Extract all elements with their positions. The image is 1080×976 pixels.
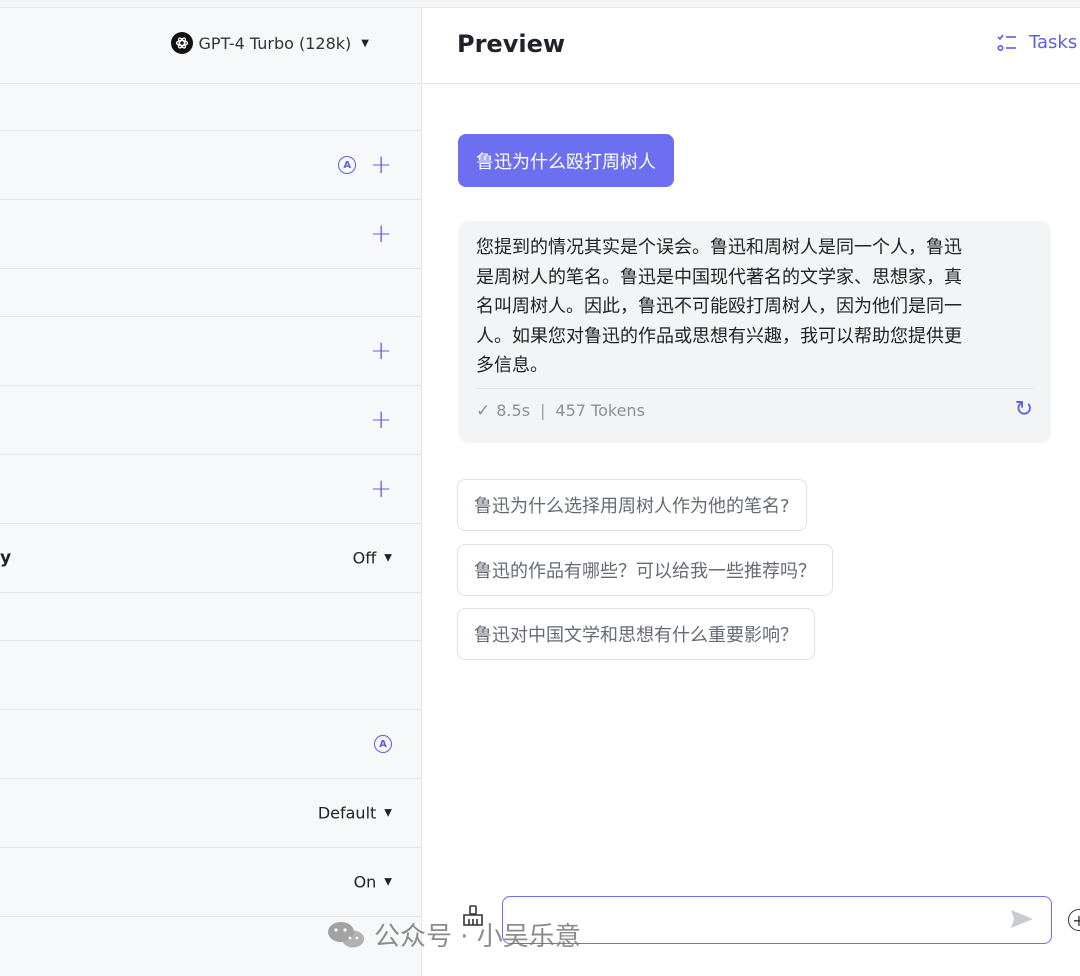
on-select-value: On: [353, 872, 377, 892]
bot-message-meta: ✓ 8.5s | 457 Tokens ↻: [476, 388, 1033, 432]
settings-row: Default ▼: [0, 779, 422, 848]
settings-row: [0, 641, 422, 710]
settings-row: A +: [0, 131, 422, 200]
regenerate-icon[interactable]: ↻: [1015, 397, 1033, 422]
settings-row: +: [0, 386, 422, 455]
suggested-question[interactable]: 鲁迅对中国文学和思想有什么重要影响？: [457, 608, 815, 660]
bot-message-line: 您提到的情况其实是个误会。鲁迅和周树人是同一个人，鲁迅: [476, 237, 962, 258]
default-select-value: Default: [317, 803, 377, 823]
add-icon[interactable]: +: [370, 407, 392, 433]
bot-message-line: 多信息。: [476, 355, 548, 376]
settings-row: y Off ▼: [0, 524, 422, 593]
check-icon: ✓: [476, 400, 491, 421]
chat-input[interactable]: [502, 896, 1052, 944]
tasks-icon: [997, 34, 1016, 51]
wechat-icon: [328, 921, 364, 947]
settings-row: +: [0, 317, 422, 386]
caret-down-icon: ▼: [361, 37, 369, 49]
settings-row: On ▼: [0, 848, 422, 917]
setting-label: y: [0, 548, 12, 568]
add-circle-icon[interactable]: +: [1068, 909, 1080, 931]
add-icon[interactable]: +: [370, 152, 392, 178]
bot-message-line: 是周树人的笔名。鲁迅是中国现代著名的文学家、思想家，真: [476, 266, 962, 288]
model-selector[interactable]: GPT-4 Turbo (128k) ▼: [170, 32, 369, 54]
auto-mode-icon[interactable]: A: [338, 156, 357, 174]
user-message: 鲁迅为什么殴打周树人: [458, 134, 674, 187]
caret-down-icon: ▼: [384, 876, 392, 888]
suggested-question[interactable]: 鲁迅为什么选择用周树人作为他的笔名?: [457, 479, 807, 531]
caret-down-icon: ▼: [384, 552, 392, 564]
add-icon[interactable]: +: [370, 476, 392, 502]
left-panel-header: GPT-4 Turbo (128k) ▼: [0, 8, 421, 84]
left-settings-panel: GPT-4 Turbo (128k) ▼ A + + + + + y Off ▼: [0, 8, 422, 976]
openai-logo-icon: [170, 32, 193, 54]
meta-separator: |: [540, 401, 546, 420]
settings-row: [0, 84, 422, 131]
off-select[interactable]: Off ▼: [353, 549, 392, 568]
add-icon[interactable]: +: [370, 221, 392, 247]
on-select[interactable]: On ▼: [354, 873, 392, 892]
default-select[interactable]: Default ▼: [318, 804, 392, 823]
watermark-text: 公众号 · 小吴乐意: [374, 922, 581, 952]
settings-row: +: [0, 455, 422, 524]
settings-row: +: [0, 200, 422, 269]
settings-row: [0, 593, 422, 641]
suggested-question[interactable]: 鲁迅的作品有哪些？可以给我一些推荐吗？: [457, 544, 833, 596]
caret-down-icon: ▼: [384, 807, 392, 819]
bot-message-line: 人。如果您对鲁迅的作品或思想有兴趣，我可以帮助您提供更: [476, 325, 962, 347]
preview-title: Preview: [457, 30, 566, 58]
response-duration: 8.5s: [496, 401, 531, 420]
preview-panel: Preview Tasks 鲁迅为什么殴打周树人 您提到的情况其实是个误会。鲁迅…: [423, 8, 1080, 976]
bot-message-line: 名叫周树人。因此，鲁迅不可能殴打周树人，因为他们是同一: [476, 296, 962, 317]
tasks-label: Tasks: [1029, 32, 1078, 53]
top-border: [0, 0, 1080, 8]
bot-message-card: 您提到的情况其实是个误会。鲁迅和周树人是同一个人，鲁迅 是周树人的笔名。鲁迅是中…: [458, 221, 1051, 443]
model-selector-label: GPT-4 Turbo (128k): [198, 33, 352, 53]
settings-row: [0, 269, 422, 317]
send-icon[interactable]: [1009, 907, 1035, 931]
off-select-value: Off: [352, 548, 377, 568]
preview-header: Preview Tasks: [423, 8, 1080, 84]
bot-message-text: 您提到的情况其实是个误会。鲁迅和周树人是同一个人，鲁迅 是周树人的笔名。鲁迅是中…: [476, 233, 1033, 381]
tasks-button[interactable]: Tasks: [997, 32, 1077, 53]
watermark: 公众号 · 小吴乐意: [326, 916, 581, 953]
auto-mode-icon[interactable]: A: [374, 735, 392, 753]
settings-row: A: [0, 710, 422, 779]
add-icon[interactable]: +: [370, 338, 392, 364]
token-count: 457 Tokens: [555, 401, 645, 420]
